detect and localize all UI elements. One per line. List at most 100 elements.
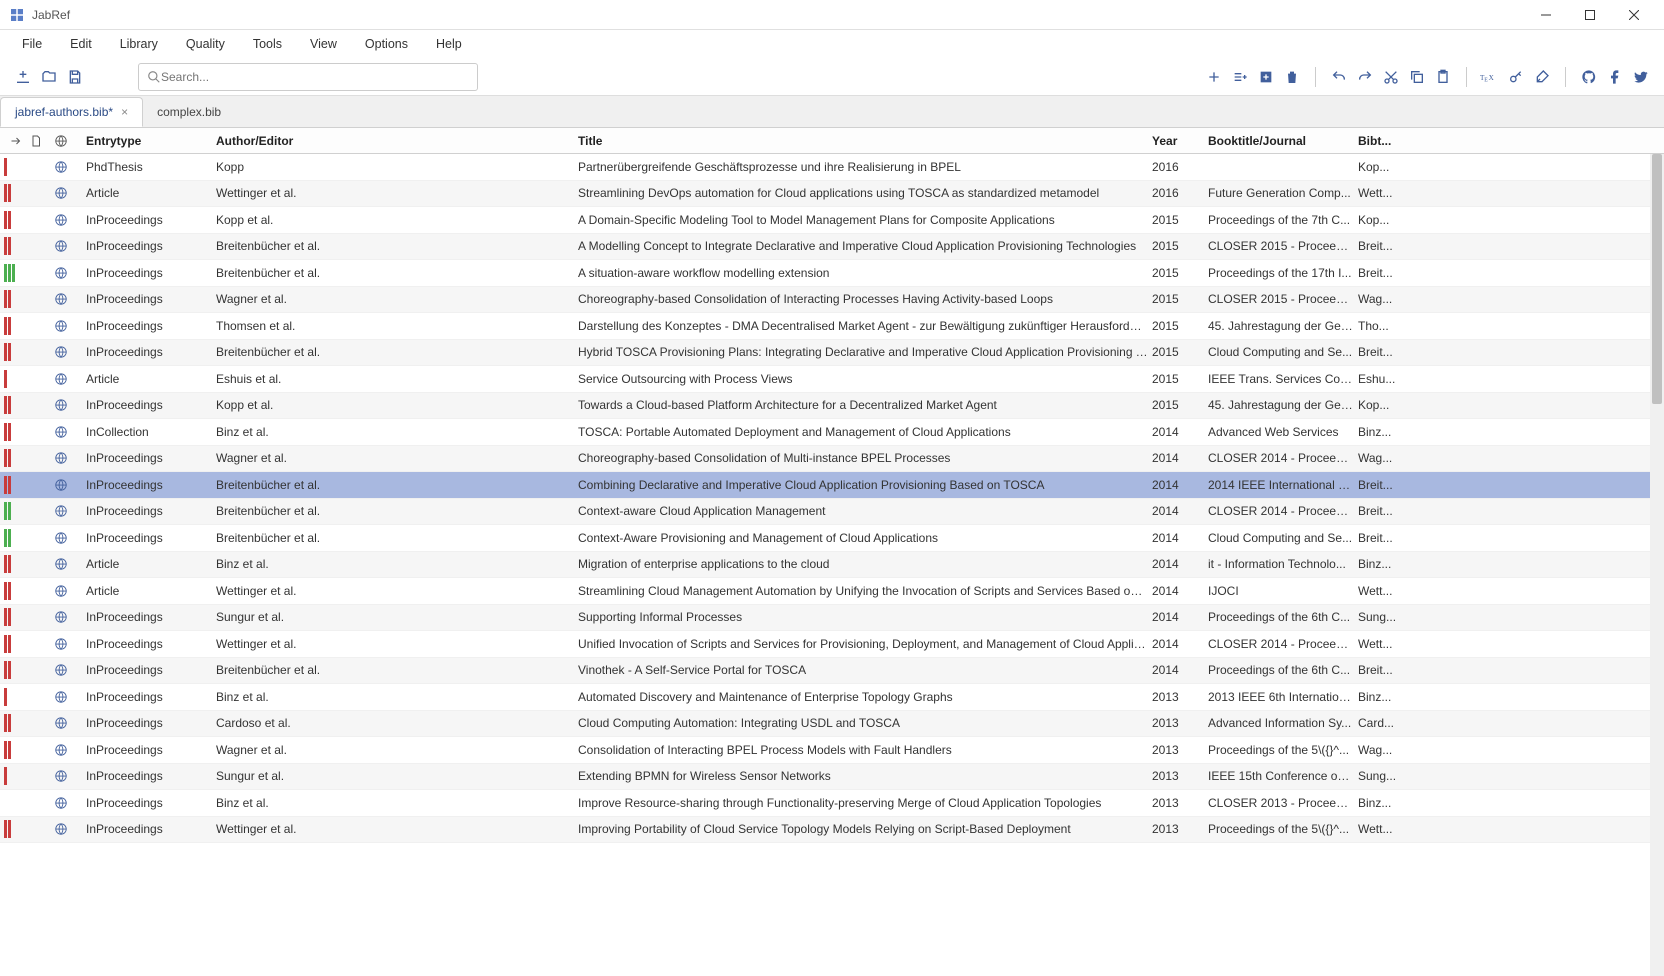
web-link-icon[interactable] <box>54 504 82 518</box>
close-button[interactable] <box>1612 0 1656 30</box>
web-link-icon[interactable] <box>54 796 82 810</box>
table-row[interactable]: InProceedingsSungur et al.Supporting Inf… <box>0 605 1664 632</box>
new-entry-type-button[interactable] <box>1227 64 1253 90</box>
menu-view[interactable]: View <box>296 33 351 55</box>
table-row[interactable]: InProceedingsBreitenbücher et al.Context… <box>0 525 1664 552</box>
web-link-icon[interactable] <box>54 769 82 783</box>
table-row[interactable]: InProceedingsBinz et al.Automated Discov… <box>0 684 1664 711</box>
generate-key-button[interactable] <box>1503 64 1529 90</box>
table-row[interactable]: InProceedingsBinz et al.Improve Resource… <box>0 790 1664 817</box>
web-link-icon[interactable] <box>54 186 82 200</box>
web-link-icon[interactable] <box>54 451 82 465</box>
cut-button[interactable] <box>1378 64 1404 90</box>
menu-quality[interactable]: Quality <box>172 33 239 55</box>
menu-help[interactable]: Help <box>422 33 476 55</box>
new-entry-button[interactable] <box>1201 64 1227 90</box>
bibtexkey-cell: Breit... <box>1354 345 1404 359</box>
table-row[interactable]: InProceedingsWagner et al.Choreography-b… <box>0 287 1664 314</box>
table-row[interactable]: ArticleEshuis et al.Service Outsourcing … <box>0 366 1664 393</box>
web-link-icon[interactable] <box>54 213 82 227</box>
column-entrytype[interactable]: Entrytype <box>82 134 212 148</box>
menu-options[interactable]: Options <box>351 33 422 55</box>
menu-file[interactable]: File <box>8 33 56 55</box>
table-row[interactable]: InProceedingsSungur et al.Extending BPMN… <box>0 764 1664 791</box>
open-library-button[interactable] <box>36 64 62 90</box>
web-link-icon[interactable] <box>54 292 82 306</box>
web-link-icon[interactable] <box>54 743 82 757</box>
web-link-icon[interactable] <box>54 637 82 651</box>
table-row[interactable]: InProceedingsWettinger et al.Unified Inv… <box>0 631 1664 658</box>
maximize-button[interactable] <box>1568 0 1612 30</box>
delete-entry-button[interactable] <box>1279 64 1305 90</box>
web-link-icon[interactable] <box>54 663 82 677</box>
table-row[interactable]: ArticleWettinger et al.Streamlining Clou… <box>0 578 1664 605</box>
table-row[interactable]: InProceedingsCardoso et al.Cloud Computi… <box>0 711 1664 738</box>
web-link-icon[interactable] <box>54 239 82 253</box>
table-row[interactable]: PhdThesisKoppPartnerübergreifende Geschä… <box>0 154 1664 181</box>
web-link-icon[interactable] <box>54 478 82 492</box>
table-row[interactable]: InProceedingsKopp et al.A Domain-Specifi… <box>0 207 1664 234</box>
menu-edit[interactable]: Edit <box>56 33 106 55</box>
new-entry-plain-button[interactable] <box>1253 64 1279 90</box>
save-button[interactable] <box>62 64 88 90</box>
table-row[interactable]: InProceedingsThomsen et al.Darstellung d… <box>0 313 1664 340</box>
web-link-icon[interactable] <box>54 531 82 545</box>
copy-button[interactable] <box>1404 64 1430 90</box>
column-bibtexkey[interactable]: Bibt... <box>1354 134 1404 148</box>
column-title[interactable]: Title <box>574 134 1148 148</box>
vertical-scrollbar[interactable] <box>1650 154 1664 976</box>
table-row[interactable]: InProceedingsBreitenbücher et al.Context… <box>0 499 1664 526</box>
web-link-icon[interactable] <box>54 319 82 333</box>
search-input[interactable] <box>161 70 469 84</box>
twitter-button[interactable] <box>1628 64 1654 90</box>
new-library-button[interactable] <box>10 64 36 90</box>
table-row[interactable]: ArticleWettinger et al.Streamlining DevO… <box>0 181 1664 208</box>
web-link-icon[interactable] <box>54 690 82 704</box>
web-link-icon[interactable] <box>54 398 82 412</box>
github-button[interactable] <box>1576 64 1602 90</box>
table-row[interactable]: InProceedingsKopp et al.Towards a Cloud-… <box>0 393 1664 420</box>
web-link-icon[interactable] <box>54 584 82 598</box>
table-row[interactable]: InProceedingsWagner et al.Choreography-b… <box>0 446 1664 473</box>
web-link-icon[interactable] <box>54 716 82 730</box>
web-link-icon[interactable] <box>54 372 82 386</box>
menu-library[interactable]: Library <box>106 33 172 55</box>
push-to-tex-button[interactable]: TEX <box>1477 64 1503 90</box>
table-row[interactable]: InProceedingsWettinger et al.Improving P… <box>0 817 1664 844</box>
web-link-icon[interactable] <box>54 266 82 280</box>
column-file[interactable] <box>30 134 54 148</box>
web-link-icon[interactable] <box>54 610 82 624</box>
minimize-button[interactable] <box>1524 0 1568 30</box>
column-year[interactable]: Year <box>1148 134 1204 148</box>
table-row[interactable]: ArticleBinz et al.Migration of enterpris… <box>0 552 1664 579</box>
web-link-icon[interactable] <box>54 822 82 836</box>
table-row[interactable]: InProceedingsWagner et al.Consolidation … <box>0 737 1664 764</box>
table-row[interactable]: InCollectionBinz et al.TOSCA: Portable A… <box>0 419 1664 446</box>
web-link-icon[interactable] <box>54 425 82 439</box>
paste-button[interactable] <box>1430 64 1456 90</box>
table-row[interactable]: InProceedingsBreitenbücher et al.Hybrid … <box>0 340 1664 367</box>
library-tab[interactable]: complex.bib <box>143 97 235 127</box>
table-row[interactable]: InProceedingsBreitenbücher et al.A Model… <box>0 234 1664 261</box>
redo-button[interactable] <box>1352 64 1378 90</box>
column-booktitle[interactable]: Booktitle/Journal <box>1204 134 1354 148</box>
table-row[interactable]: InProceedingsBreitenbücher et al.Vinothe… <box>0 658 1664 685</box>
column-marker[interactable] <box>0 135 30 147</box>
web-link-icon[interactable] <box>54 557 82 571</box>
web-link-icon[interactable] <box>54 345 82 359</box>
column-web[interactable] <box>54 134 82 148</box>
tab-close-icon[interactable]: × <box>121 105 128 119</box>
cleanup-button[interactable] <box>1529 64 1555 90</box>
search-box[interactable] <box>138 63 478 91</box>
table-row[interactable]: InProceedingsBreitenbücher et al.Combini… <box>0 472 1664 499</box>
scrollbar-thumb[interactable] <box>1652 154 1662 404</box>
undo-button[interactable] <box>1326 64 1352 90</box>
library-tab[interactable]: jabref-authors.bib*× <box>0 97 143 127</box>
facebook-button[interactable] <box>1602 64 1628 90</box>
table-row[interactable]: InProceedingsBreitenbücher et al.A situa… <box>0 260 1664 287</box>
menu-tools[interactable]: Tools <box>239 33 296 55</box>
column-author[interactable]: Author/Editor <box>212 134 574 148</box>
row-marker <box>0 393 30 419</box>
entrytype-cell: Article <box>82 584 212 598</box>
web-link-icon[interactable] <box>54 160 82 174</box>
